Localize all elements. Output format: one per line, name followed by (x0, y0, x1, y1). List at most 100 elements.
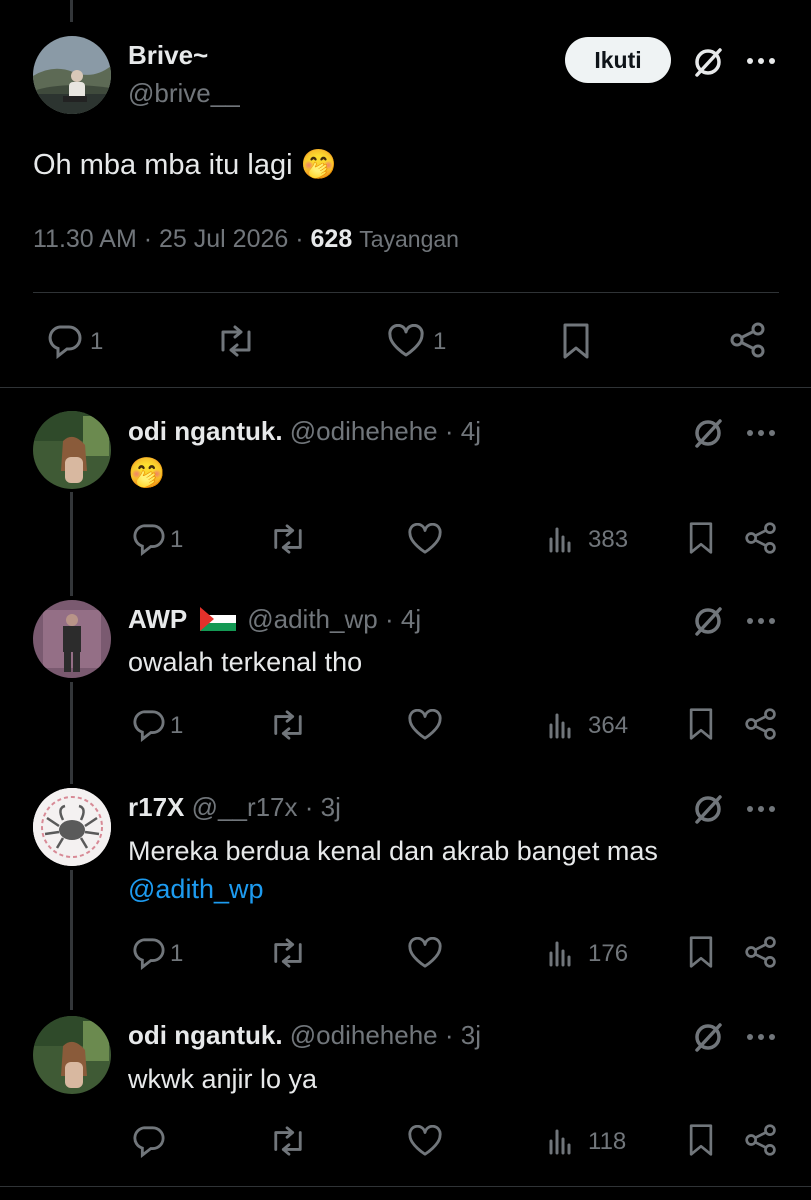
grok-icon[interactable] (690, 44, 726, 80)
bookmark-icon[interactable] (684, 704, 718, 744)
reply-header: odi ngantuk. @odihehehe · 4j (128, 416, 481, 447)
display-name[interactable]: odi ngantuk. (128, 1020, 283, 1050)
bookmark-icon[interactable] (684, 1120, 718, 1160)
reply-age[interactable]: 3j (321, 792, 341, 822)
display-name[interactable]: Brive~ (128, 40, 208, 71)
like-icon[interactable] (404, 520, 446, 558)
grok-icon[interactable] (690, 791, 726, 827)
handle[interactable]: @adith_wp (247, 604, 377, 634)
handle[interactable]: @brive__ (128, 78, 240, 109)
reply-text: 🤭 (128, 457, 166, 490)
reply-count: 1 (170, 940, 184, 967)
share-icon[interactable] (728, 320, 768, 360)
meta-separator: · (295, 225, 304, 253)
reply-header: r17X @__r17x · 3j (128, 792, 341, 823)
display-name[interactable]: odi ngantuk. (128, 416, 283, 446)
reply-age[interactable]: 3j (461, 1020, 481, 1050)
thread-line (70, 682, 73, 784)
meta-separator: · (304, 792, 314, 822)
share-icon[interactable] (742, 518, 780, 558)
like-icon[interactable] (404, 934, 446, 972)
share-icon[interactable] (742, 704, 780, 744)
bookmark-icon[interactable] (684, 518, 718, 558)
post-meta: 11.30 AM · 25 Jul 2026 · 628 Tayangan (33, 225, 459, 254)
reply-header: odi ngantuk. @odihehehe · 3j (128, 1020, 481, 1051)
avatar[interactable] (33, 600, 111, 678)
bookmark-icon[interactable] (558, 320, 594, 362)
reply-icon[interactable] (128, 520, 168, 558)
meta-separator: · (384, 604, 394, 634)
more-options-icon[interactable] (744, 46, 778, 76)
meta-separator: · (444, 416, 454, 446)
avatar[interactable] (33, 1016, 111, 1094)
avatar[interactable] (33, 411, 111, 489)
share-icon[interactable] (742, 1120, 780, 1160)
reply-count: 1 (170, 526, 184, 553)
views-icon[interactable] (546, 1124, 576, 1158)
palestine-flag-icon (200, 607, 236, 632)
like-icon[interactable] (404, 706, 446, 744)
avatar[interactable] (33, 788, 111, 866)
view-label: Tayangan (359, 226, 459, 252)
reply-text: owalah terkenal tho (128, 647, 363, 677)
like-icon[interactable] (385, 322, 427, 360)
post-time[interactable]: 11.30 AM (33, 225, 137, 253)
like-count: 1 (433, 328, 447, 355)
share-icon[interactable] (742, 932, 780, 972)
grok-icon[interactable] (690, 603, 726, 639)
views-icon[interactable] (546, 522, 576, 556)
reply-icon[interactable] (44, 322, 84, 360)
divider (0, 387, 811, 388)
grok-icon[interactable] (690, 1019, 726, 1055)
view-count: 118 (588, 1128, 627, 1155)
follow-button[interactable]: Ikuti (565, 37, 671, 83)
reply-age[interactable]: 4j (401, 604, 421, 634)
meta-separator: · (143, 225, 153, 253)
handle[interactable]: @odihehehe (290, 416, 438, 446)
handle[interactable]: @odihehehe (290, 1020, 438, 1050)
avatar-image (33, 1016, 111, 1094)
like-icon[interactable] (404, 1122, 446, 1160)
display-name[interactable]: AWP (128, 604, 187, 634)
repost-icon[interactable] (266, 520, 310, 558)
views-icon[interactable] (546, 936, 576, 970)
avatar-image (33, 788, 111, 866)
reply-count: 1 (170, 712, 184, 739)
reply-count: 1 (90, 328, 104, 355)
post-emoji: 🤭 (300, 149, 337, 181)
avatar-image (33, 600, 111, 678)
repost-icon[interactable] (266, 1122, 310, 1160)
reply-text: wkwk anjir lo ya (128, 1064, 318, 1094)
meta-separator: · (444, 1020, 454, 1050)
view-count: 176 (588, 940, 629, 967)
more-options-icon[interactable] (744, 418, 778, 448)
repost-icon[interactable] (266, 934, 310, 972)
post-text-body: Oh mba mba itu lagi (33, 149, 293, 181)
post-date[interactable]: 25 Jul 2026 (159, 225, 288, 253)
reply-icon[interactable] (128, 1122, 168, 1160)
reply-text: Mereka berdua kenal dan akrab banget mas (128, 836, 658, 866)
thread-line-top (70, 0, 73, 22)
views-icon[interactable] (546, 708, 576, 742)
divider (33, 292, 779, 293)
grok-icon[interactable] (690, 415, 726, 451)
handle[interactable]: @__r17x (192, 792, 298, 822)
repost-icon[interactable] (214, 322, 258, 360)
display-name[interactable]: r17X (128, 792, 184, 822)
avatar[interactable] (33, 36, 111, 114)
avatar-image (33, 411, 111, 489)
mention-link[interactable]: @adith_wp (128, 874, 264, 905)
view-count: 364 (588, 712, 629, 739)
thread-line (70, 492, 73, 596)
reply-age[interactable]: 4j (461, 416, 481, 446)
reply-header: AWP @adith_wp · 4j (128, 604, 421, 635)
more-options-icon[interactable] (744, 1022, 778, 1052)
divider (0, 1186, 811, 1187)
more-options-icon[interactable] (744, 606, 778, 636)
view-count: 628 (310, 225, 353, 253)
more-options-icon[interactable] (744, 794, 778, 824)
reply-icon[interactable] (128, 934, 168, 972)
repost-icon[interactable] (266, 706, 310, 744)
bookmark-icon[interactable] (684, 932, 718, 972)
reply-icon[interactable] (128, 706, 168, 744)
